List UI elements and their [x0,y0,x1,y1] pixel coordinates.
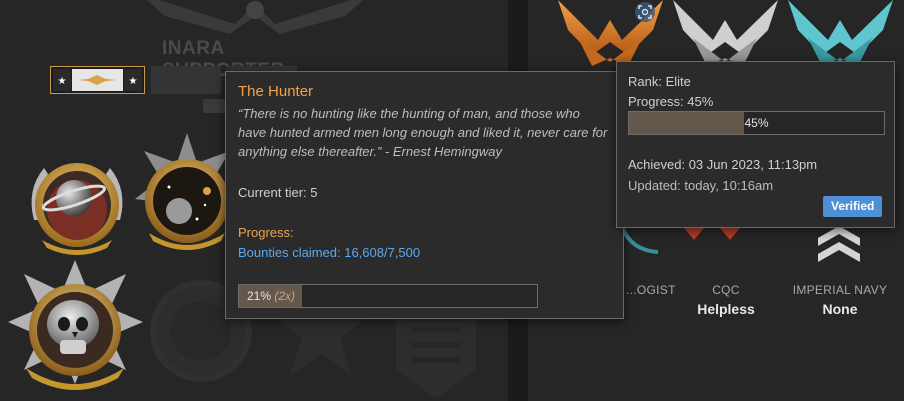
bounties-claimed: Bounties claimed: 16,608/7,500 [238,245,421,260]
rank-progress-label: Progress: 45% [628,94,714,109]
skull-medal-icon[interactable] [8,260,143,400]
progress-bar-text: 21% (2x) [247,289,295,303]
trade-rank-emblem-icon[interactable] [673,0,778,70]
ribbon-placeholder-small [203,99,227,113]
planet-medal-icon[interactable] [22,150,132,260]
rank-name: Rank: Elite [628,74,691,89]
achieved-date: Achieved: 03 Jun 2023, 11:13pm [628,157,818,172]
rank-value-cqc: Helpless [697,301,755,317]
progress-bar-text: 45% [744,116,769,130]
progress-multiplier: (2x) [274,289,296,303]
tooltip-quote: “There is no hunting like the hunting of… [238,106,608,159]
progress-percent: 21% [247,289,272,303]
svg-text:★: ★ [58,76,67,87]
progress-label: Progress: [238,225,294,240]
rank-label-cqc: CQC [712,283,740,297]
exploration-rank-emblem-icon[interactable] [788,0,893,70]
current-tier: Current tier: 5 [238,185,318,200]
verified-badge[interactable]: Verified [823,196,883,217]
svg-text:★: ★ [129,76,138,87]
rank-value-imperial-navy: None [822,301,858,317]
supporter-ribbon-icon: ★ ★ [50,66,145,94]
cqc-rank-emblem-icon [684,228,740,240]
ribbon-placeholder [151,66,221,94]
rank-tooltip: Rank: Elite Progress: 45% 45% Achieved: … [616,61,895,228]
rank-label-imperial-navy: IMPERIAL NAVY [792,283,888,297]
rank-progress-bar: 45% [628,111,885,135]
supporter-wings-icon [146,0,364,34]
achievement-tooltip: The Hunter “There is no hunting like the… [225,71,624,319]
teal-arc-icon [620,225,659,254]
updated-date: Updated: today, 10:16am [628,178,774,193]
tooltip-title: The Hunter [238,83,314,100]
achievement-progress-bar: 21% (2x) [238,284,538,308]
imperial-navy-rank-icon [818,226,860,262]
camera-focus-icon[interactable] [630,0,660,24]
